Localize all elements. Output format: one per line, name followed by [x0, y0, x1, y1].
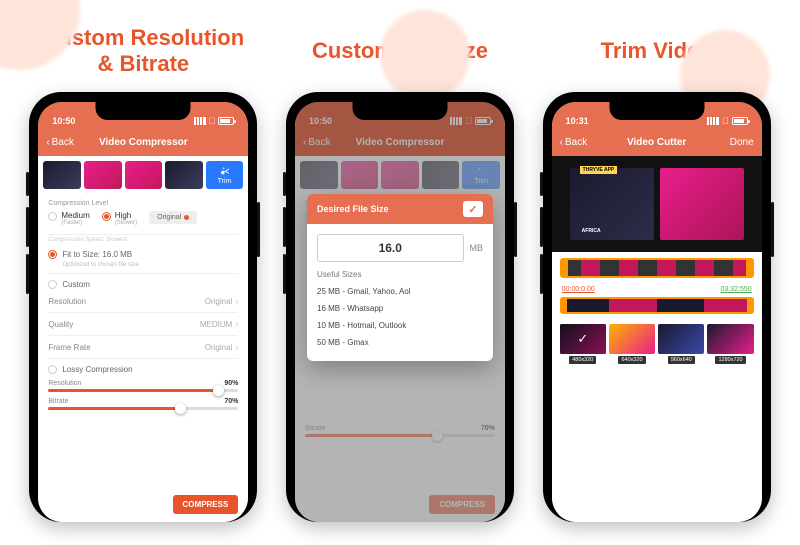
chevron-left-icon: ‹: [46, 137, 49, 148]
resolution-option[interactable]: 1280x720: [707, 324, 753, 364]
radio-icon: [48, 365, 57, 374]
phone-frame: 10:31 􀙇 ‹Back Video Cutter Done THRYVE A…: [543, 92, 771, 522]
useful-size-item[interactable]: 50 MB - Gmax: [317, 334, 483, 351]
trim-timeline[interactable]: [552, 252, 762, 284]
chevron-right-icon: ›: [235, 342, 238, 352]
useful-size-item[interactable]: 16 MB - Whatsapp: [317, 300, 483, 317]
trim-start-time[interactable]: 00:00:0.00: [562, 286, 595, 293]
battery-icon: [732, 117, 748, 125]
status-icons: 􀙇: [194, 116, 235, 126]
radio-icon: [48, 212, 57, 221]
notch: [353, 102, 448, 120]
video-thumb[interactable]: [125, 161, 163, 189]
fit-sub: Optimized to chosen file size: [38, 262, 248, 271]
scissors-icon: [219, 165, 231, 177]
signal-icon: [194, 117, 206, 125]
video-thumb[interactable]: [84, 161, 122, 189]
phone-frame: 10:50 􀙇 ‹Back Video Compressor: [29, 92, 257, 522]
chevron-right-icon: ›: [235, 296, 238, 306]
modal-title: Desired File Size: [317, 204, 389, 214]
slider-thumb[interactable]: [175, 403, 186, 414]
video-overlay-tag: THRYVE APP: [580, 166, 618, 174]
notch: [96, 102, 191, 120]
signal-icon: [707, 117, 719, 125]
file-size-modal: Desired File Size ✓ 16.0 MB Useful Sizes…: [307, 194, 493, 361]
compression-high-option[interactable]: High(Slower): [102, 211, 137, 226]
notch: [609, 102, 704, 120]
video-thumb[interactable]: [43, 161, 81, 189]
dot-icon: [184, 215, 189, 220]
status-time: 10:50: [52, 116, 75, 126]
panel-resolution-bitrate: Custom Resolution & Bitrate 10:50 􀙇 ‹Bac…: [24, 20, 263, 525]
panel-file-size: Custom File Size 10:50 􀙇 ‹Back Video Com…: [281, 20, 520, 525]
nav-bar: ‹Back Video Cutter Done: [552, 128, 762, 156]
resolution-options: 480x320 640x320 960x640 1280x720: [552, 320, 762, 368]
useful-size-item[interactable]: 25 MB - Gmail, Yahoo, Aol: [317, 283, 483, 300]
resolution-slider[interactable]: Resolution90%: [38, 377, 248, 395]
size-input-row: 16.0 MB: [317, 234, 483, 262]
status-time: 10:31: [566, 116, 589, 126]
modal-header: Desired File Size ✓: [307, 194, 493, 224]
radio-icon: [102, 212, 111, 221]
confirm-button[interactable]: ✓: [463, 201, 483, 217]
screen-compressor-modal: 10:50 􀙇 ‹Back Video Compressor Trim Comp…: [295, 102, 505, 522]
compression-level-section: Compression Level Medium(Faster) High(Sl…: [38, 194, 248, 232]
trim-end-time[interactable]: 03:32:550: [721, 286, 752, 293]
trim-button[interactable]: Trim: [206, 161, 244, 189]
compress-button[interactable]: COMPRESS: [173, 495, 239, 514]
battery-icon: [218, 117, 234, 125]
size-input[interactable]: 16.0: [317, 234, 464, 262]
phone-frame: 10:50 􀙇 ‹Back Video Compressor Trim Comp…: [286, 92, 514, 522]
bitrate-slider[interactable]: Bitrate70%: [38, 395, 248, 413]
wifi-icon: 􀙇: [722, 116, 729, 126]
fit-to-size-option[interactable]: Fit to Size: 16.0 MB: [38, 246, 248, 262]
done-button[interactable]: Done: [730, 137, 754, 148]
back-button[interactable]: ‹Back: [46, 137, 74, 148]
back-button[interactable]: ‹Back: [560, 137, 588, 148]
wifi-icon: 􀙇: [209, 116, 216, 126]
panel-trim-video: Trim Video 10:31 􀙇 ‹Back Video Cutter Do…: [537, 20, 776, 525]
resolution-option[interactable]: 640x320: [609, 324, 655, 364]
framerate-row[interactable]: Frame Rate Original›: [38, 338, 248, 356]
video-thumb[interactable]: [165, 161, 203, 189]
trim-handle-left[interactable]: [560, 258, 568, 278]
video-thumb-row: Trim: [38, 156, 248, 194]
useful-sizes-label: Useful Sizes: [317, 270, 483, 279]
resolution-option[interactable]: 960x640: [658, 324, 704, 364]
size-unit: MB: [470, 243, 484, 253]
video-preview[interactable]: THRYVE APP AFRICA: [552, 156, 762, 252]
resolution-row[interactable]: Resolution Original›: [38, 292, 248, 310]
radio-icon: [48, 250, 57, 259]
speed-note: Compression Speed: Slowest: [38, 237, 248, 246]
chevron-right-icon: ›: [235, 319, 238, 329]
trim-handle-right[interactable]: [746, 258, 754, 278]
time-labels: 00:00:0.00 03:32:550: [552, 284, 762, 295]
custom-option[interactable]: Custom: [38, 276, 248, 292]
screen-video-cutter: 10:31 􀙇 ‹Back Video Cutter Done THRYVE A…: [552, 102, 762, 522]
trim-handle-left[interactable]: [560, 297, 567, 314]
resolution-option[interactable]: 480x320: [560, 324, 606, 364]
quality-row[interactable]: Quality MEDIUM›: [38, 315, 248, 333]
trim-handle-right[interactable]: [747, 297, 754, 314]
chevron-left-icon: ‹: [560, 137, 563, 148]
bg-blob: [380, 10, 470, 100]
section-label: Compression Level: [48, 200, 238, 207]
check-icon: ✓: [468, 203, 477, 216]
compression-original-option[interactable]: Original: [149, 211, 197, 224]
screen-compressor: 10:50 􀙇 ‹Back Video Compressor: [38, 102, 248, 522]
lossy-option[interactable]: Lossy Compression: [38, 361, 248, 377]
secondary-timeline[interactable]: [560, 297, 754, 314]
nav-bar: ‹Back Video Compressor: [38, 128, 248, 156]
radio-icon: [48, 280, 57, 289]
useful-size-item[interactable]: 10 MB - Hotmail, Outlook: [317, 317, 483, 334]
video-overlay-text: AFRICA: [582, 228, 601, 234]
compression-medium-option[interactable]: Medium(Faster): [48, 211, 89, 226]
